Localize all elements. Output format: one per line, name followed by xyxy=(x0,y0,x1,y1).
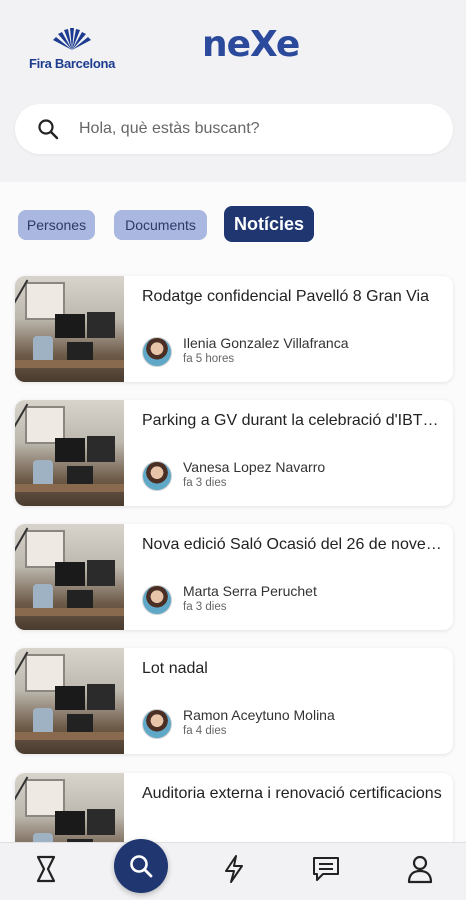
tab-activity[interactable] xyxy=(216,851,252,887)
tab-search[interactable] xyxy=(114,839,168,893)
news-author: Marta Serra Peruchet xyxy=(183,583,317,599)
news-time: fa 3 dies xyxy=(183,477,227,489)
tab-home[interactable] xyxy=(28,851,64,887)
filter-chip-documents[interactable]: Documents xyxy=(114,210,207,240)
news-thumbnail xyxy=(15,400,124,506)
news-thumbnail xyxy=(15,524,124,630)
news-author: Ramon Aceytuno Molina xyxy=(183,707,335,723)
news-title: Nova edició Saló Ocasió del 26 de novemb… xyxy=(142,536,442,553)
search-icon xyxy=(130,855,153,878)
chat-icon xyxy=(313,857,339,881)
fira-fan-icon xyxy=(53,28,91,50)
author-avatar xyxy=(142,337,172,367)
search-icon xyxy=(38,119,59,140)
news-time: fa 4 dies xyxy=(183,725,227,737)
bolt-icon xyxy=(225,855,243,883)
tab-profile[interactable] xyxy=(402,851,438,887)
news-author: Ilenia Gonzalez Villafranca xyxy=(183,335,349,351)
news-card[interactable]: Auditoria externa i renovació certificac… xyxy=(15,773,453,842)
search-input[interactable] xyxy=(79,104,439,154)
news-time: fa 3 dies xyxy=(183,601,227,613)
home-icon xyxy=(36,855,56,883)
search-bar[interactable] xyxy=(15,104,453,154)
author-avatar xyxy=(142,461,172,491)
news-card[interactable]: Parking a GV durant la celebració d'IBTM… xyxy=(15,400,453,506)
bottom-tab-bar xyxy=(0,839,466,900)
news-card[interactable]: Rodatge confidencial Pavelló 8 Gran Via … xyxy=(15,276,453,382)
news-card[interactable]: Lot nadal Ramon Aceytuno Molina fa 4 die… xyxy=(15,648,453,754)
profile-icon xyxy=(407,855,433,884)
fira-logo-text: Fira Barcelona xyxy=(28,56,116,71)
news-card[interactable]: Nova edició Saló Ocasió del 26 de novemb… xyxy=(15,524,453,630)
news-thumbnail xyxy=(15,276,124,382)
news-title: Rodatge confidencial Pavelló 8 Gran Via xyxy=(142,288,429,305)
fira-barcelona-logo: Fira Barcelona xyxy=(22,26,122,72)
news-title: Parking a GV durant la celebració d'IBTM… xyxy=(142,412,442,429)
filter-chip-persones[interactable]: Persones xyxy=(18,210,95,240)
news-thumbnail xyxy=(15,648,124,754)
news-thumbnail xyxy=(15,773,124,842)
news-author: Vanesa Lopez Navarro xyxy=(183,459,326,475)
author-avatar xyxy=(142,585,172,615)
news-time: fa 5 hores xyxy=(183,353,235,365)
news-title: Auditoria externa i renovació certificac… xyxy=(142,785,442,802)
news-title: Lot nadal xyxy=(142,660,208,677)
author-avatar xyxy=(142,709,172,739)
tab-messages[interactable] xyxy=(308,851,344,887)
nexe-logo: neXe xyxy=(202,24,300,65)
news-content: Persones Documents Notícies Rodatge conf… xyxy=(0,182,466,842)
filter-chip-noticies[interactable]: Notícies xyxy=(224,206,314,242)
app-header: Fira Barcelona neXe xyxy=(0,0,466,182)
